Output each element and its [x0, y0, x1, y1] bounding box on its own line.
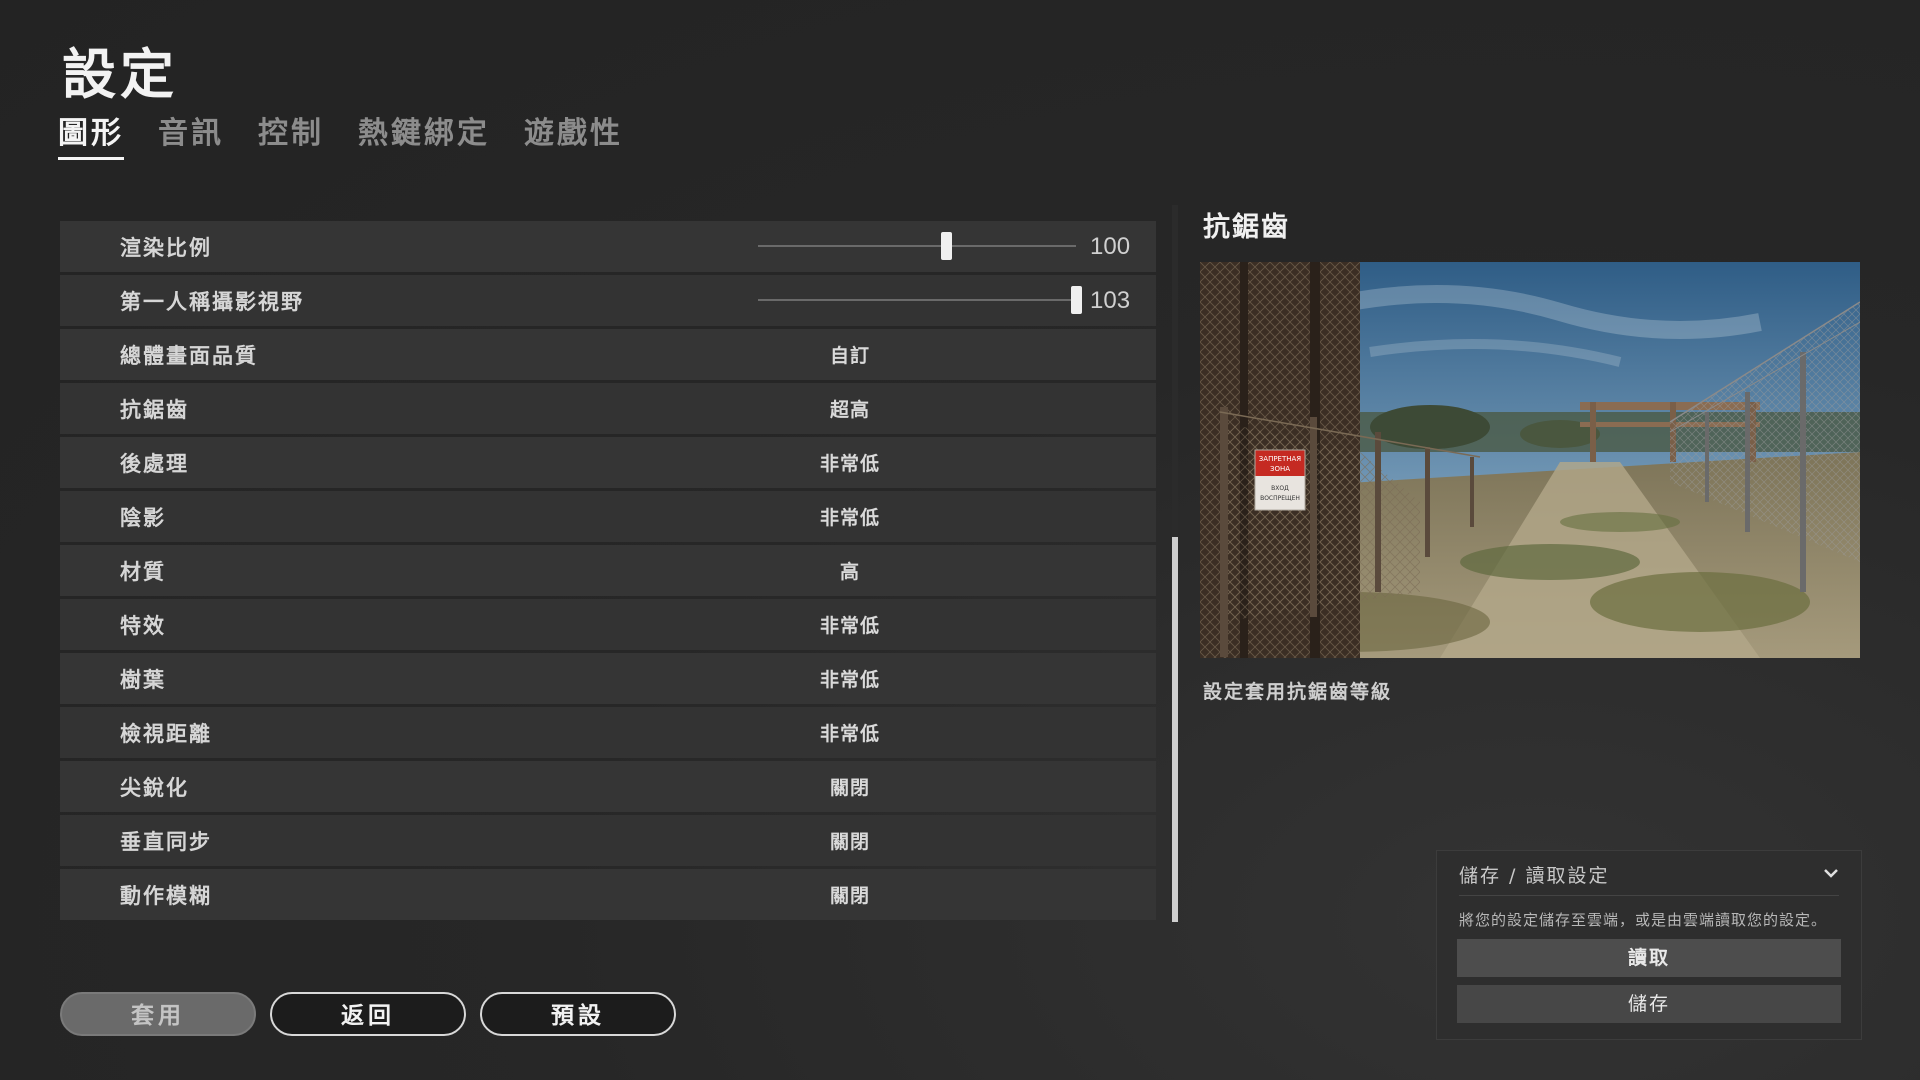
setting-value[interactable]: 非常低 — [725, 611, 975, 638]
setting-row-render-scale[interactable]: 渲染比例 100 — [60, 221, 1156, 272]
back-button[interactable]: 返回 — [270, 992, 466, 1036]
slider-thumb[interactable] — [1071, 286, 1082, 314]
load-button[interactable]: 讀取 — [1457, 939, 1841, 977]
setting-row-overall-quality[interactable]: 總體畫面品質 自訂 — [60, 329, 1156, 380]
apply-button[interactable]: 套用 — [60, 992, 256, 1036]
panel-title: 儲存 / 讀取設定 — [1459, 865, 1610, 887]
setting-label: 後處理 — [120, 451, 189, 476]
tab-controls[interactable]: 控制 — [258, 108, 324, 160]
setting-row-textures[interactable]: 材質 高 — [60, 545, 1156, 596]
setting-label: 抗鋸齒 — [120, 397, 189, 422]
setting-label: 尖銳化 — [120, 775, 189, 800]
setting-row-view-distance[interactable]: 檢視距離 非常低 — [60, 707, 1156, 758]
setting-value[interactable]: 關閉 — [725, 773, 975, 800]
fov-slider[interactable] — [758, 286, 1082, 314]
sign-text: ЗАПРЕТНАЯ — [1259, 455, 1302, 463]
setting-row-foliage[interactable]: 樹葉 非常低 — [60, 653, 1156, 704]
save-button[interactable]: 儲存 — [1457, 985, 1841, 1023]
setting-row-vsync[interactable]: 垂直同步 關閉 — [60, 815, 1156, 866]
preview-title: 抗鋸齒 — [1203, 212, 1290, 243]
slider-value: 103 — [1090, 286, 1131, 314]
setting-label: 第一人稱攝影視野 — [120, 289, 304, 314]
setting-value[interactable]: 高 — [725, 557, 975, 584]
setting-value[interactable]: 非常低 — [725, 449, 975, 476]
sign-text: ЗОНА — [1270, 465, 1290, 473]
preview-image: ЗАПРЕТНАЯ ЗОНА ВХОД ВОСПРЕЩЕН — [1200, 262, 1860, 658]
setting-value[interactable]: 關閉 — [725, 827, 975, 854]
setting-label: 動作模糊 — [120, 883, 212, 908]
setting-row-anti-aliasing[interactable]: 抗鋸齒 超高 — [60, 383, 1156, 434]
page-title: 設定 — [62, 43, 178, 106]
tab-gameplay[interactable]: 遊戲性 — [524, 108, 623, 160]
tab-graphics[interactable]: 圖形 — [58, 108, 124, 160]
sign-text: ВХОД — [1271, 485, 1289, 492]
setting-label: 特效 — [120, 613, 166, 638]
graphics-settings-list: 渲染比例 100 第一人稱攝影視野 103 總體畫面品質 自訂 抗鋸齒 超高 後… — [60, 221, 1156, 923]
setting-label: 樹葉 — [120, 667, 166, 692]
slider-value: 100 — [1090, 232, 1131, 260]
setting-value[interactable]: 非常低 — [725, 503, 975, 530]
settings-scrollbar[interactable] — [1172, 205, 1178, 922]
setting-label: 渲染比例 — [120, 235, 212, 260]
setting-value[interactable]: 超高 — [725, 395, 975, 422]
panel-divider — [1459, 895, 1839, 896]
setting-row-sharpen[interactable]: 尖銳化 關閉 — [60, 761, 1156, 812]
setting-value[interactable]: 非常低 — [725, 665, 975, 692]
setting-value[interactable]: 關閉 — [725, 881, 975, 908]
tab-bar: 圖形 音訊 控制 熱鍵綁定 遊戲性 — [58, 108, 623, 160]
setting-row-fov[interactable]: 第一人稱攝影視野 103 — [60, 275, 1156, 326]
tab-keybindings[interactable]: 熱鍵綁定 — [358, 108, 490, 160]
save-load-panel: 儲存 / 讀取設定 將您的設定儲存至雲端，或是由雲端讀取您的設定。 讀取 儲存 — [1436, 850, 1862, 1040]
sign-text: ВОСПРЕЩЕН — [1260, 495, 1300, 502]
preview-description: 設定套用抗鋸齒等級 — [1203, 681, 1393, 703]
setting-row-motion-blur[interactable]: 動作模糊 關閉 — [60, 869, 1156, 920]
setting-row-shadows[interactable]: 陰影 非常低 — [60, 491, 1156, 542]
setting-label: 總體畫面品質 — [120, 343, 258, 368]
default-button[interactable]: 預設 — [480, 992, 676, 1036]
panel-description: 將您的設定儲存至雲端，或是由雲端讀取您的設定。 — [1459, 911, 1828, 929]
settings-screen: 設定 圖形 音訊 控制 熱鍵綁定 遊戲性 渲染比例 100 第一人稱攝影視野 1… — [0, 0, 1920, 1080]
tab-audio[interactable]: 音訊 — [158, 108, 224, 160]
setting-label: 陰影 — [120, 505, 166, 530]
scrollbar-thumb[interactable] — [1172, 537, 1178, 922]
setting-label: 檢視距離 — [120, 721, 212, 746]
setting-value[interactable]: 自訂 — [725, 341, 975, 368]
setting-value[interactable]: 非常低 — [725, 719, 975, 746]
render-scale-slider[interactable] — [758, 232, 1076, 260]
setting-row-effects[interactable]: 特效 非常低 — [60, 599, 1156, 650]
chevron-down-icon[interactable] — [1821, 863, 1841, 883]
slider-thumb[interactable] — [940, 232, 952, 260]
panel-header[interactable]: 儲存 / 讀取設定 — [1437, 851, 1861, 895]
setting-label: 材質 — [120, 559, 166, 584]
setting-row-post-processing[interactable]: 後處理 非常低 — [60, 437, 1156, 488]
setting-label: 垂直同步 — [120, 829, 212, 854]
